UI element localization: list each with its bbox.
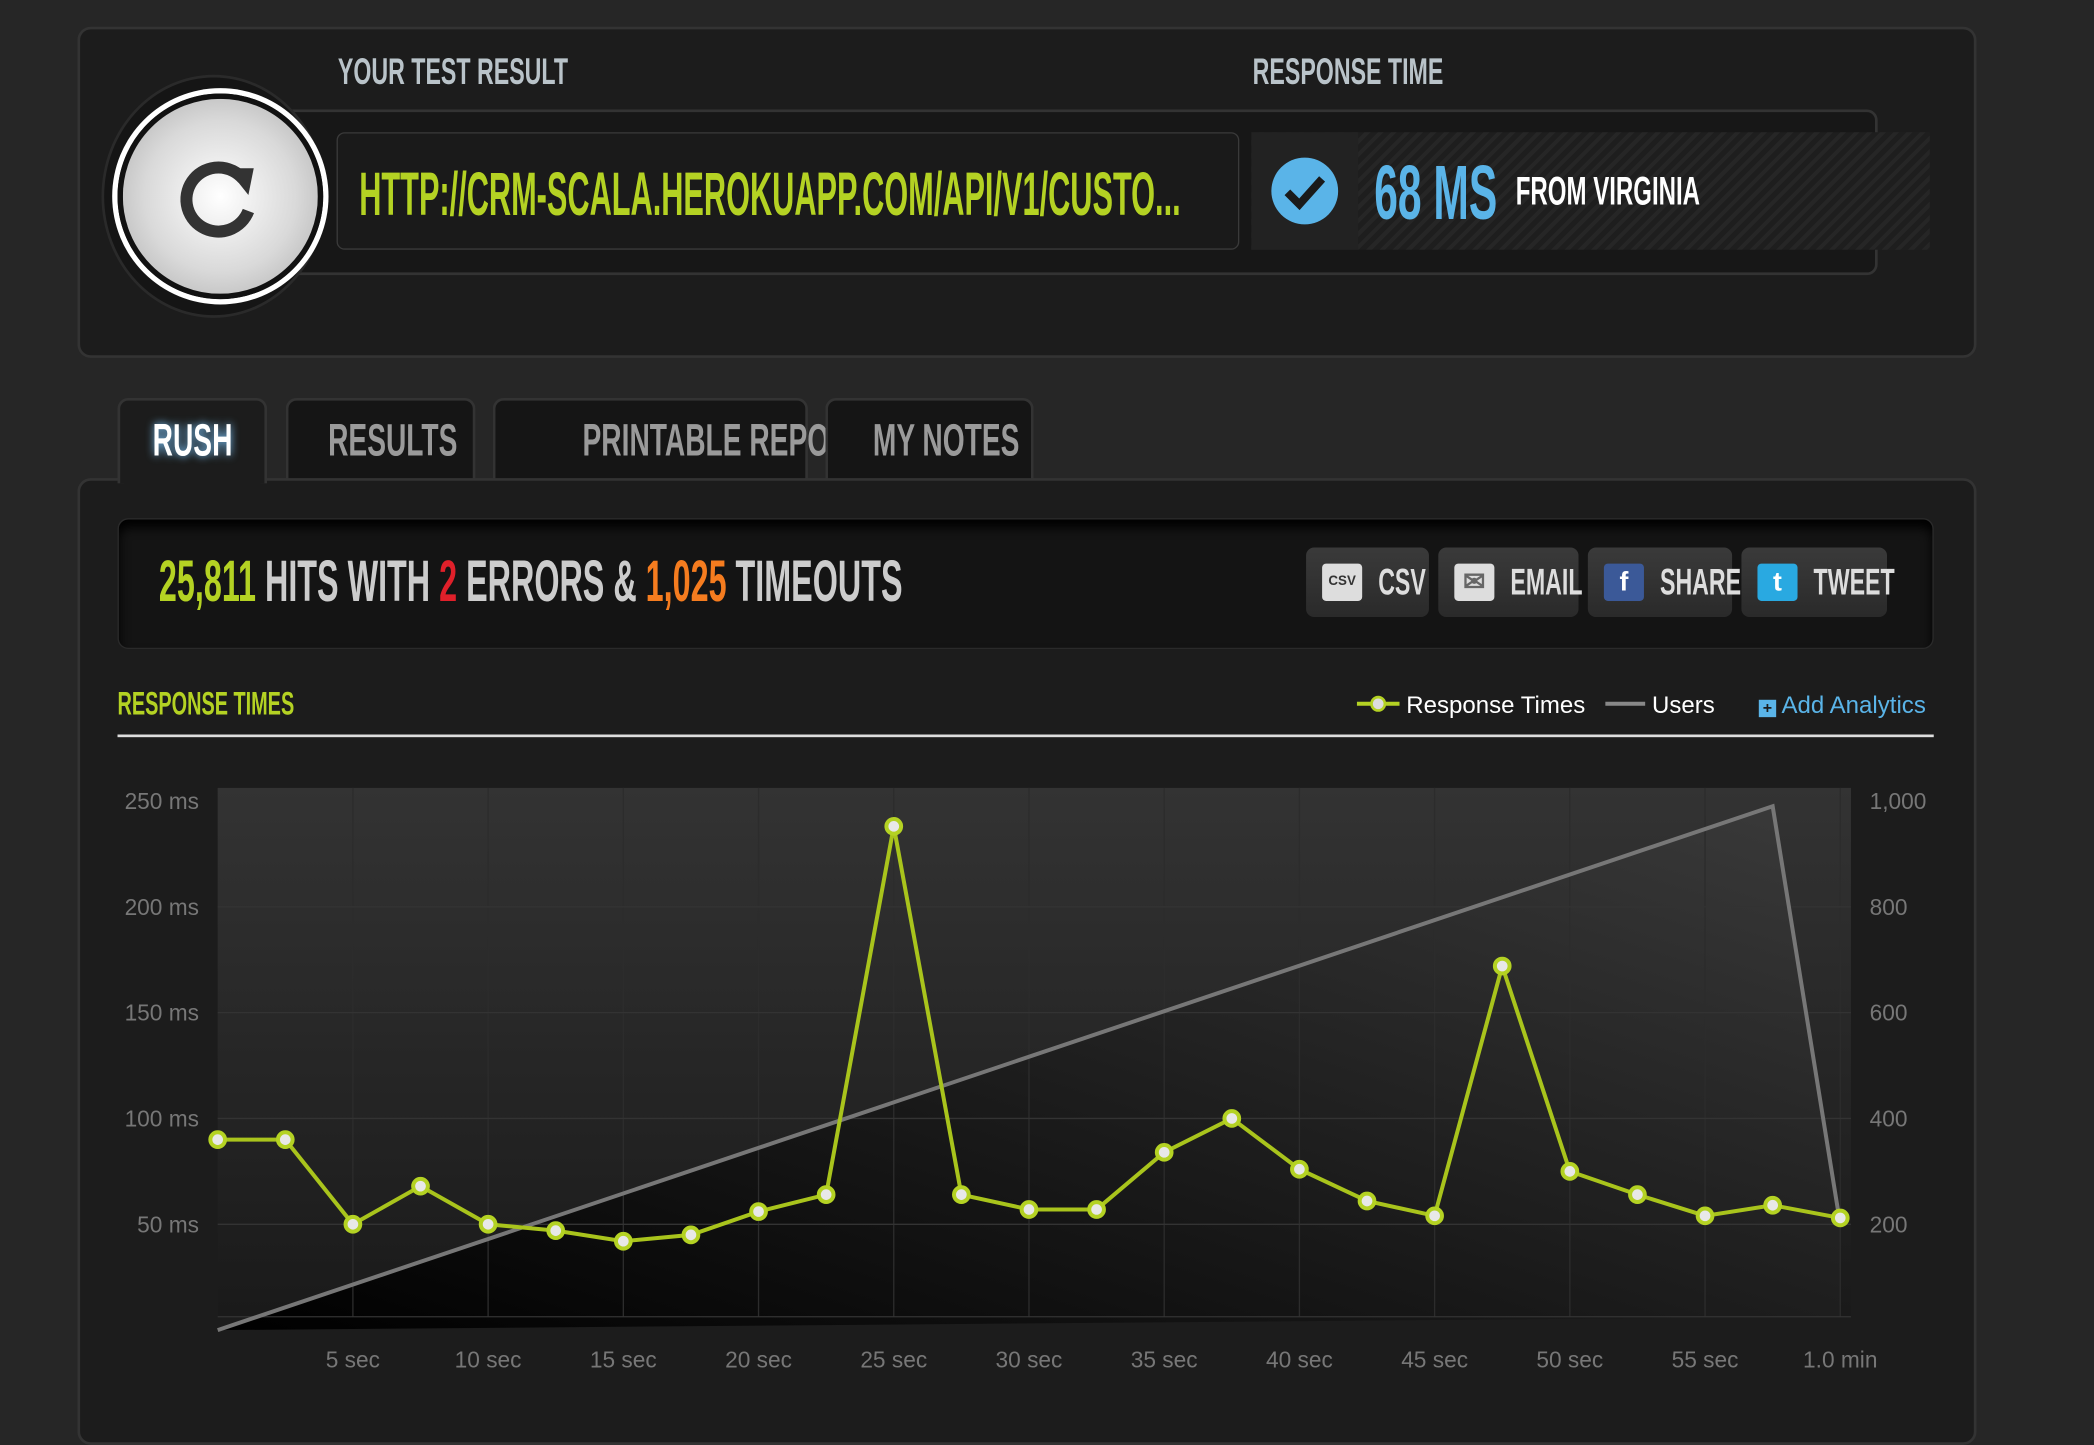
response-time-point [613, 1231, 633, 1251]
response-time-point [1290, 1159, 1309, 1179]
x-tick-label: 30 sec [996, 1347, 1063, 1373]
response-time-point [1087, 1200, 1106, 1219]
x-tick-label: 15 sec [590, 1347, 657, 1373]
response-time-point [275, 1130, 295, 1149]
x-tick-label: 1.0 min [1803, 1347, 1877, 1373]
tab-rush[interactable]: RUSH [117, 397, 268, 484]
x-tick-label: 25 sec [860, 1347, 927, 1373]
response-time-point [1222, 1109, 1242, 1128]
x-tick-label: 10 sec [455, 1347, 522, 1373]
y-tick-label: 50 ms [137, 1211, 199, 1237]
x-tick-label: 5 sec [326, 1347, 380, 1373]
y2-tick-label: 800 [1870, 894, 1908, 920]
y2-tick-label: 400 [1870, 1105, 1908, 1131]
y-tick-label: 200 ms [125, 894, 199, 920]
response-time-point [343, 1214, 363, 1234]
response-time-point [1763, 1195, 1783, 1215]
x-tick-label: 20 sec [725, 1347, 792, 1373]
response-time-point [749, 1202, 768, 1221]
response-time-point [1830, 1208, 1850, 1228]
y2-tick-label: 1,000 [1870, 788, 1927, 814]
x-tick-label: 40 sec [1266, 1347, 1333, 1373]
x-tick-label: 35 sec [1131, 1347, 1198, 1373]
response-time-point [1154, 1142, 1174, 1162]
response-time-point [816, 1185, 836, 1204]
y-tick-label: 100 ms [125, 1105, 199, 1131]
response-times-chart: 5 sec 10 sec 15 sec 20 sec 25 sec 30 sec 35 se… [125, 787, 1927, 1373]
y-tick-label: 250 ms [125, 788, 199, 814]
page: YOUR TEST RESULT RESPONSE TIME HTTP://CR… [0, 0, 2094, 1445]
response-time-point [411, 1176, 430, 1196]
response-time-point [952, 1185, 971, 1204]
response-time-point [1628, 1185, 1647, 1204]
response-time-point [1425, 1206, 1444, 1226]
y2-tick-label: 200 [1870, 1211, 1908, 1237]
response-time-point [1492, 956, 1512, 976]
y2-tick-label: 600 [1870, 1000, 1908, 1026]
response-time-point [208, 1130, 228, 1149]
y-tick-label: 150 ms [125, 1000, 199, 1026]
response-time-point [681, 1225, 701, 1245]
response-time-point [1695, 1206, 1715, 1226]
x-tick-label: 50 sec [1536, 1347, 1603, 1373]
response-time-point [1019, 1200, 1039, 1219]
response-time-point [478, 1214, 498, 1234]
response-time-point [1357, 1191, 1377, 1211]
x-tick-label: 45 sec [1401, 1347, 1468, 1373]
response-time-point [1560, 1162, 1580, 1181]
x-tick-label: 55 sec [1672, 1347, 1739, 1373]
response-time-point [884, 816, 904, 836]
response-time-point [546, 1221, 566, 1240]
